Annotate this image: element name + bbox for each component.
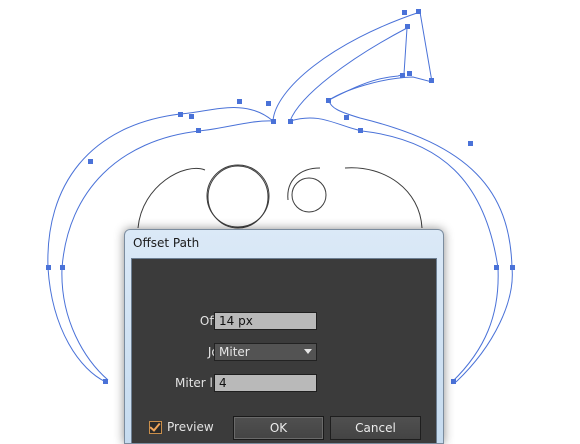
checkmark-icon <box>149 420 161 432</box>
cancel-button[interactable]: Cancel <box>330 416 421 440</box>
dialog-title[interactable]: Offset Path <box>125 230 443 257</box>
joins-selected-value: Miter <box>219 345 250 359</box>
chevron-down-icon <box>304 349 312 354</box>
offset-field[interactable]: 14 px <box>214 312 317 330</box>
ok-button[interactable]: OK <box>233 416 324 440</box>
pumpkin-outline <box>137 164 423 229</box>
preview-label[interactable]: Preview <box>167 420 214 434</box>
offset-path-dialog: Offset Path Offset: 14 px Joins: Miter M… <box>124 229 444 444</box>
miter-limit-field[interactable]: 4 <box>214 374 317 392</box>
joins-select[interactable]: Miter <box>214 343 317 361</box>
preview-checkbox[interactable] <box>149 420 162 434</box>
dialog-body: Offset: 14 px Joins: Miter Miter limit: … <box>131 258 437 443</box>
